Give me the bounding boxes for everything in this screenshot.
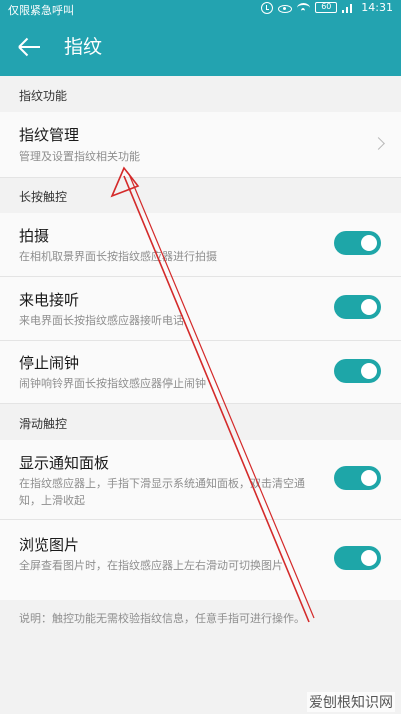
item-description: 来电界面长按指纹感应器接听电话 — [19, 314, 184, 327]
status-bar: 仅限紧急呼叫 60 14:31 — [0, 0, 401, 18]
item-title: 显示通知面板 — [19, 454, 110, 472]
watermark: 爱刨根知识网 — [307, 692, 395, 712]
item-title: 停止闹钟 — [19, 354, 80, 372]
section-header-long-press: 长按触控 — [0, 181, 401, 213]
back-arrow-icon[interactable] — [18, 36, 40, 58]
answer-call-toggle[interactable] — [334, 295, 381, 319]
item-title: 浏览图片 — [19, 536, 80, 554]
signal-icon — [342, 2, 356, 13]
photo-item[interactable]: 拍摄 在相机取景界面长按指纹感应器进行拍摄 — [0, 213, 401, 277]
browse-photos-item[interactable]: 浏览图片 全屏查看图片时，在指纹感应器上左右滑动可切换图片 — [0, 520, 401, 600]
item-description: 全屏查看图片时，在指纹感应器上左右滑动可切换图片 — [19, 559, 283, 572]
item-description: 管理及设置指纹相关功能 — [19, 150, 140, 163]
notification-panel-item[interactable]: 显示通知面板 在指纹感应器上，手指下滑显示系统通知面板，双击清空通知，上滑收起 — [0, 440, 401, 520]
page-title: 指纹 — [64, 36, 103, 58]
battery-icon: 60 — [315, 2, 338, 13]
wifi-icon — [297, 2, 311, 13]
section-header-swipe: 滑动触控 — [0, 408, 401, 440]
alarm-clock-icon — [261, 1, 274, 14]
item-title: 指纹管理 — [19, 126, 80, 144]
item-description: 在相机取景界面长按指纹感应器进行拍摄 — [19, 250, 217, 263]
title-bar: 指纹 — [0, 18, 401, 76]
item-title: 来电接听 — [19, 291, 80, 309]
notification-panel-toggle[interactable] — [334, 466, 381, 490]
status-time: 14:31 — [361, 1, 393, 14]
section-header-fingerprint-functions: 指纹功能 — [0, 80, 401, 112]
carrier-label: 仅限紧急呼叫 — [8, 4, 74, 17]
chevron-right-icon — [372, 137, 385, 150]
item-description: 闹钟响铃界面长按指纹感应器停止闹钟 — [19, 377, 206, 390]
stop-alarm-toggle[interactable] — [334, 359, 381, 383]
footer-note-text: 说明：触控功能无需校验指纹信息，任意手指可进行操作。 — [19, 612, 305, 625]
status-icons: 60 14:31 — [261, 1, 393, 14]
item-description: 在指纹感应器上，手指下滑显示系统通知面板，双击清空通知，上滑收起 — [19, 477, 305, 507]
stop-alarm-item[interactable]: 停止闹钟 闹钟响铃界面长按指纹感应器停止闹钟 — [0, 341, 401, 404]
eye-comfort-icon — [278, 4, 293, 13]
item-title: 拍摄 — [19, 227, 50, 245]
fingerprint-manage-item[interactable]: 指纹管理 管理及设置指纹相关功能 — [0, 112, 401, 178]
answer-call-item[interactable]: 来电接听 来电界面长按指纹感应器接听电话 — [0, 277, 401, 341]
browse-photos-toggle[interactable] — [334, 546, 381, 570]
photo-toggle[interactable] — [334, 231, 381, 255]
